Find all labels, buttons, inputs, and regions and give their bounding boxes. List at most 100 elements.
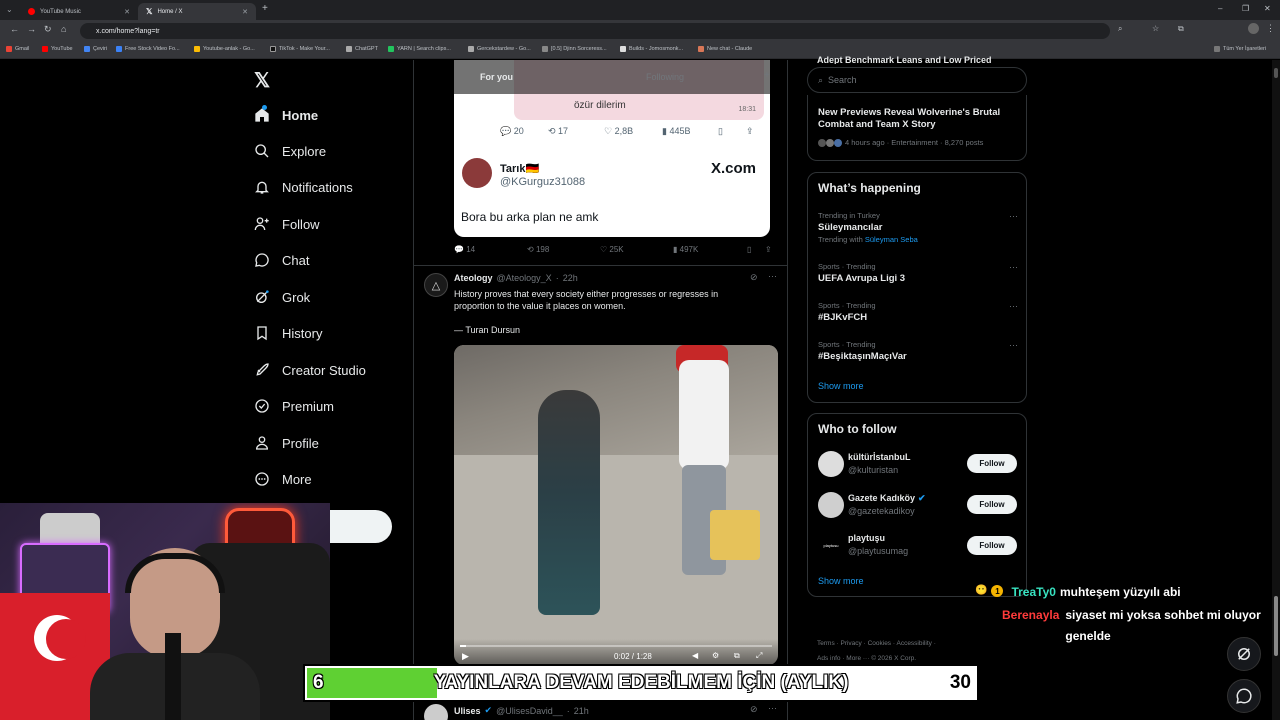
bookmark-item[interactable]: YARN | Search clips...: [388, 46, 451, 52]
tab-for-you[interactable]: For you: [480, 72, 513, 82]
volume-icon[interactable]: ◀: [692, 651, 698, 660]
bookmark-item[interactable]: Free Stock Video Fo...: [116, 46, 180, 52]
footer-link[interactable]: Terms: [817, 640, 835, 647]
follow-button[interactable]: Follow: [967, 536, 1017, 555]
forward-arrow-icon[interactable]: →: [27, 24, 36, 34]
sidebar-item-creator-studio[interactable]: Creator Studio: [254, 360, 366, 380]
grok-icon[interactable]: ⊘: [750, 272, 758, 283]
avatar[interactable]: playtusu: [818, 532, 844, 558]
footer-link[interactable]: Privacy: [840, 640, 861, 647]
bookmark-item[interactable]: Youtube-anlak - Go...: [194, 46, 255, 52]
tweet-time[interactable]: 22h: [563, 273, 578, 283]
more-options-icon[interactable]: ···: [768, 271, 777, 281]
avatar[interactable]: △: [424, 273, 448, 297]
close-tab-icon[interactable]: ✕: [124, 8, 130, 16]
all-bookmarks[interactable]: Tüm Yer İşaretleri: [1214, 46, 1266, 52]
suggestion-name[interactable]: playtuşu: [848, 533, 885, 543]
sidebar-item-home[interactable]: Home: [254, 105, 318, 125]
maximize-window-icon[interactable]: ❐: [1242, 4, 1249, 13]
footer-link[interactable]: Ads info: [817, 655, 841, 662]
tab-list-icon[interactable]: ⌄: [6, 5, 13, 14]
back-arrow-icon[interactable]: ←: [10, 24, 19, 34]
follow-button[interactable]: Follow: [967, 495, 1017, 514]
like-button[interactable]: ♡ 25K: [600, 245, 673, 254]
extensions-icon[interactable]: ⧉: [1178, 24, 1184, 34]
profile-avatar-icon[interactable]: [1248, 23, 1259, 34]
tab-youtube-music[interactable]: YouTube Music ✕: [20, 3, 138, 20]
scrollbar-thumb[interactable]: [1274, 68, 1278, 78]
search-input[interactable]: ⌕ Search: [807, 67, 1027, 93]
add-tab-icon[interactable]: +: [764, 70, 770, 81]
minimize-window-icon[interactable]: –: [1218, 4, 1222, 13]
bookmark-item[interactable]: Gmail: [6, 46, 29, 52]
follow-button[interactable]: Follow: [967, 454, 1017, 473]
x-logo-icon[interactable]: 𝕏: [254, 68, 270, 93]
tab-following[interactable]: Following: [646, 72, 684, 82]
goal-current: 6: [313, 672, 324, 693]
trend-item[interactable]: Sports · Trending UEFA Avrupa Ligi 3 ···: [818, 262, 1018, 284]
views-button[interactable]: ▮ 497K: [673, 245, 747, 254]
zoom-icon[interactable]: ⌕: [1118, 24, 1122, 34]
fullscreen-icon[interactable]: ⤢: [756, 651, 762, 661]
messages-fab-button[interactable]: [1227, 679, 1261, 713]
settings-icon[interactable]: ⚙: [712, 651, 719, 660]
sidebar-item-follow[interactable]: Follow: [254, 214, 320, 234]
news-cut-title[interactable]: Adept Benchmark Leans and Low Priced: [817, 56, 1027, 64]
bookmark-star-icon[interactable]: ☆: [1152, 24, 1159, 33]
browser-menu-icon[interactable]: ⋮: [1266, 23, 1275, 34]
footer-link[interactable]: Accessibility: [896, 640, 931, 647]
bookmark-item[interactable]: Builds - Jomosmonk...: [620, 46, 683, 52]
trend-item[interactable]: Sports · Trending #BJKvFCH ···: [818, 301, 1018, 323]
bookmark-item[interactable]: New chat - Claude: [698, 46, 752, 52]
author-name[interactable]: Ulises: [454, 706, 481, 716]
bookmark-icon[interactable]: ▯: [747, 245, 765, 254]
show-more-link[interactable]: Show more: [818, 576, 864, 586]
show-more-link[interactable]: Show more: [818, 381, 864, 391]
home-button-icon[interactable]: ⌂: [61, 24, 66, 34]
close-window-icon[interactable]: ✕: [1264, 4, 1271, 13]
bookmark-item[interactable]: Gercekstardew - Go...: [468, 46, 531, 52]
sidebar-item-notifications[interactable]: Notifications: [254, 177, 353, 197]
close-tab-icon[interactable]: ✕: [242, 8, 248, 16]
sidebar-item-premium[interactable]: Premium: [254, 396, 334, 416]
suggestion-name[interactable]: Gazete Kadıköy ✔: [848, 493, 926, 504]
author-handle[interactable]: @Ateology_X: [497, 273, 552, 283]
pip-icon[interactable]: ⧉: [734, 651, 740, 661]
trend-item[interactable]: Trending in Turkey Süleymancılar Trendin…: [818, 211, 1018, 244]
reload-icon[interactable]: ↻: [44, 24, 52, 35]
avatar[interactable]: [818, 451, 844, 477]
avatar[interactable]: [424, 704, 448, 720]
grok-icon[interactable]: ⊘: [750, 704, 758, 715]
footer-link[interactable]: Cookies: [868, 640, 891, 647]
grok-fab-button[interactable]: [1227, 637, 1261, 671]
footer-link[interactable]: More ···: [846, 655, 869, 662]
bookmark-item[interactable]: TikTok - Make Your...: [270, 46, 330, 52]
bookmark-item[interactable]: YouTube: [42, 46, 73, 52]
address-bar[interactable]: x.com/home?lang=tr: [80, 23, 1110, 39]
play-icon[interactable]: ▶: [462, 651, 469, 662]
bookmark-item[interactable]: [0.5] Djinn Sorceress...: [542, 46, 607, 52]
author-handle[interactable]: @UlisesDavid__: [496, 706, 563, 716]
sidebar-item-history[interactable]: History: [254, 323, 322, 343]
sidebar-item-profile[interactable]: Profile: [254, 433, 319, 453]
sidebar-item-grok[interactable]: Grok: [254, 287, 310, 307]
video-progress-track[interactable]: [460, 645, 772, 647]
trend-item[interactable]: Sports · Trending #BeşiktaşınMaçıVar ···: [818, 340, 1018, 362]
tab-home-x[interactable]: 𝕏 Home / X ✕: [138, 3, 256, 20]
bookmark-item[interactable]: ChatGPT: [346, 46, 378, 52]
author-name[interactable]: Ateology: [454, 273, 493, 283]
tweet-video[interactable]: ▶ 0:02 / 1:28 ◀ ⚙ ⧉ ⤢: [454, 345, 778, 665]
sidebar-item-explore[interactable]: Explore: [254, 141, 326, 161]
sidebar-item-more[interactable]: More: [254, 469, 312, 489]
news-card[interactable]: New Previews Reveal Wolverine's Brutal C…: [807, 95, 1027, 161]
more-options-icon[interactable]: ···: [768, 703, 777, 713]
avatar[interactable]: [818, 492, 844, 518]
repost-button[interactable]: ⟲ 198: [527, 245, 600, 254]
share-icon[interactable]: ⇪: [765, 245, 772, 254]
bookmark-item[interactable]: Çeviri: [84, 46, 107, 52]
tweet-time[interactable]: 21h: [574, 706, 589, 716]
sidebar-item-chat[interactable]: Chat: [254, 250, 309, 270]
reply-button[interactable]: 💬 14: [454, 245, 527, 254]
new-tab-button[interactable]: +: [262, 3, 268, 14]
suggestion-name[interactable]: kültürİstanbuL: [848, 452, 911, 462]
